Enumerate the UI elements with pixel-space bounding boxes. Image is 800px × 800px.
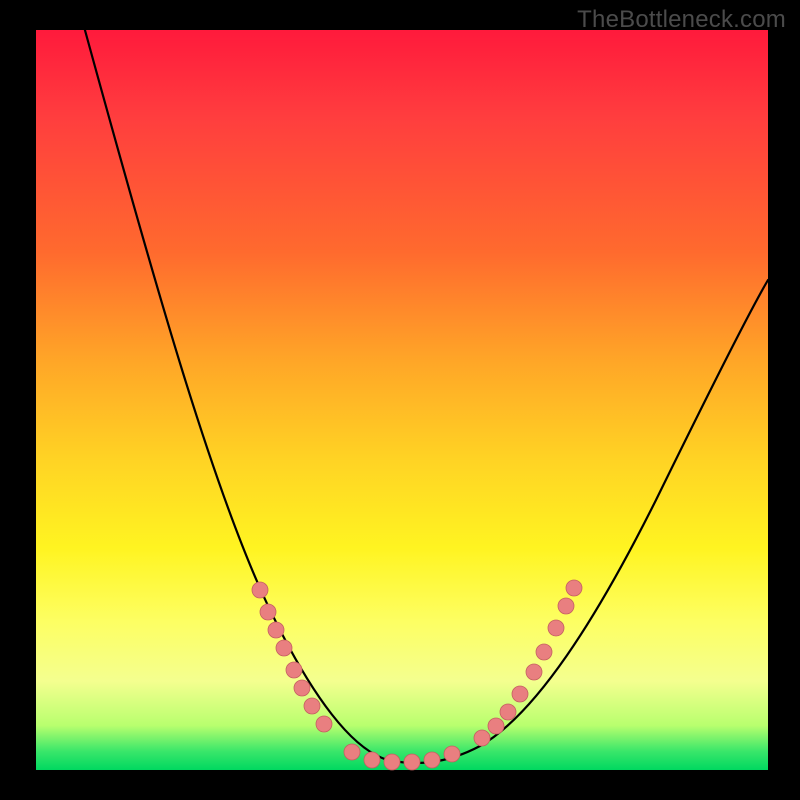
marker (344, 744, 360, 760)
marker (294, 680, 310, 696)
bottleneck-curve (80, 12, 768, 763)
marker (500, 704, 516, 720)
markers-left-arm (252, 582, 332, 732)
marker (260, 604, 276, 620)
marker (304, 698, 320, 714)
marker (268, 622, 284, 638)
marker (316, 716, 332, 732)
marker (474, 730, 490, 746)
marker (364, 752, 380, 768)
chart-frame: TheBottleneck.com (0, 0, 800, 800)
curve-svg (36, 30, 768, 770)
marker (424, 752, 440, 768)
marker (488, 718, 504, 734)
marker (536, 644, 552, 660)
marker (526, 664, 542, 680)
marker (512, 686, 528, 702)
marker (384, 754, 400, 770)
plot-area (36, 30, 768, 770)
marker (558, 598, 574, 614)
marker (548, 620, 564, 636)
marker (404, 754, 420, 770)
marker (566, 580, 582, 596)
marker (286, 662, 302, 678)
marker (276, 640, 292, 656)
marker (252, 582, 268, 598)
marker (444, 746, 460, 762)
markers-right-arm (474, 580, 582, 746)
markers-trough (344, 744, 460, 770)
